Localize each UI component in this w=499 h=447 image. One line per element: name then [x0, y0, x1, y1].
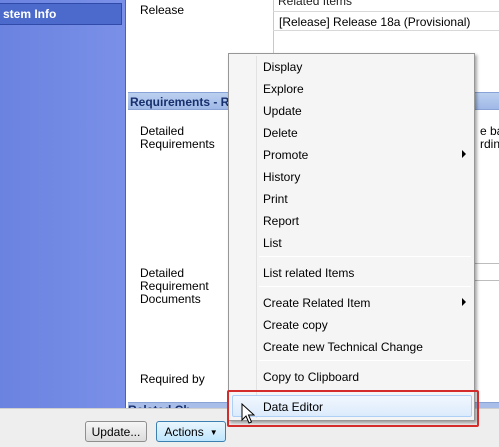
menu-separator: [259, 286, 471, 287]
required-by-label: Required by: [140, 372, 205, 386]
actions-button[interactable]: Actions ▼: [156, 421, 226, 442]
menu-item-create-new-technical-change[interactable]: Create new Technical Change: [229, 336, 474, 358]
release-row[interactable]: [Release] Release 18a (Provisional): [273, 11, 499, 31]
highlight-annotation: [227, 390, 479, 427]
sidebar-header-system-info[interactable]: stem Info: [0, 3, 122, 25]
menu-separator: [259, 360, 471, 361]
menu-item-display[interactable]: Display: [229, 56, 474, 78]
menu-item-create-copy[interactable]: Create copy: [229, 314, 474, 336]
menu-item-list-related-items[interactable]: List related Items: [229, 262, 474, 284]
requirements-text-snippet: e bac rdingl: [480, 124, 499, 151]
submenu-arrow-icon: [462, 150, 466, 158]
submenu-arrow-icon: [462, 298, 466, 306]
update-button[interactable]: Update...: [85, 421, 147, 442]
menu-separator: [259, 256, 471, 257]
release-label: Release: [140, 3, 185, 17]
actions-button-label: Actions: [164, 425, 204, 439]
menu-item-list[interactable]: List: [229, 232, 474, 254]
detailed-requirements-label: Detailed Requirements: [140, 124, 215, 151]
actions-context-menu: Display Explore Update Delete Promote Hi…: [228, 53, 475, 421]
menu-item-print[interactable]: Print: [229, 188, 474, 210]
menu-item-promote[interactable]: Promote: [229, 144, 474, 166]
menu-item-create-related-item[interactable]: Create Related Item: [229, 292, 474, 314]
mouse-pointer-icon: [241, 403, 255, 424]
menu-item-update[interactable]: Update: [229, 100, 474, 122]
menu-item-history[interactable]: History: [229, 166, 474, 188]
menu-item-copy-to-clipboard[interactable]: Copy to Clipboard: [229, 366, 474, 388]
related-items-header: Related Items: [278, 0, 353, 8]
menu-item-delete[interactable]: Delete: [229, 122, 474, 144]
sidebar: stem Info: [0, 0, 126, 408]
menu-item-report[interactable]: Report: [229, 210, 474, 232]
chevron-down-icon: ▼: [209, 428, 218, 437]
menu-item-explore[interactable]: Explore: [229, 78, 474, 100]
detailed-requirement-documents-label: Detailed Requirement Documents: [140, 266, 209, 306]
